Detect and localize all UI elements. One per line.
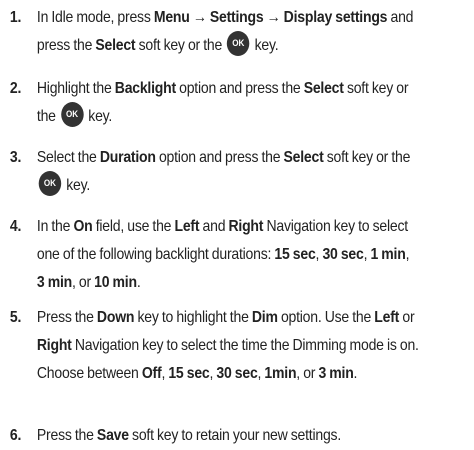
text-run: ,: [363, 246, 371, 263]
bold-term: 3 min: [36, 274, 72, 291]
bold-term: Duration: [99, 149, 156, 166]
text-run: key to highlight the: [134, 309, 252, 326]
text-run: key.: [251, 37, 279, 54]
bold-term: 1min: [264, 365, 297, 382]
step-1: 1. In Idle mode, press Menu → Settings →…: [0, 4, 423, 60]
text-run: field, use the: [92, 218, 175, 235]
text-run: In the: [36, 218, 74, 235]
bold-term: Save: [96, 427, 129, 444]
text-run: Highlight the: [36, 80, 115, 97]
text-run: option and press the: [175, 80, 304, 97]
bold-term: Select: [303, 80, 344, 97]
text-run: Press the: [36, 309, 97, 326]
step-3: 3. Select the Duration option and press …: [0, 144, 423, 200]
text-run: .: [353, 365, 358, 382]
step-6: 6. Press the Save soft key to retain you…: [0, 422, 423, 450]
bold-term: On: [73, 218, 93, 235]
bold-term: 15 sec: [274, 246, 316, 263]
step-number: 6.: [9, 427, 22, 444]
text-run: soft key or the: [323, 149, 411, 166]
text-run: , or: [296, 365, 319, 382]
bold-term: Down: [96, 309, 135, 326]
text-run: option. Use the: [277, 309, 375, 326]
ok-key-icon: OK: [60, 102, 84, 128]
step-text: In the On field, use the Left and Right …: [36, 218, 410, 291]
bold-term: Right: [36, 337, 72, 354]
bold-term: 15 sec: [168, 365, 210, 382]
bold-term: 30 sec: [216, 365, 258, 382]
text-run: and: [199, 218, 229, 235]
step-number: 1.: [9, 9, 22, 26]
text-run: option and press the: [155, 149, 284, 166]
step-number: 3.: [9, 149, 22, 166]
step-text: Press the Save soft key to retain your n…: [37, 427, 341, 444]
text-run: soft key to retain your new settings.: [128, 427, 342, 444]
text-run: key.: [63, 177, 91, 194]
ok-key-icon: OK: [227, 31, 250, 57]
step-4: 4. In the On field, use the Left and Rig…: [0, 213, 423, 297]
text-run: .: [136, 274, 141, 291]
text-run: , or: [71, 274, 95, 291]
bold-term: Right: [228, 218, 264, 235]
bold-term: Select: [95, 37, 136, 54]
text-run: soft key or the: [135, 37, 226, 54]
step-5: 5. Press the Down key to highlight the D…: [0, 304, 423, 388]
bold-term: Menu → Settings → Display settings: [153, 9, 388, 26]
bold-term: 1 min: [370, 246, 406, 263]
bold-term: 10 min: [94, 274, 137, 291]
bold-term: 30 sec: [322, 246, 364, 263]
text-run: Select the: [36, 149, 100, 166]
bold-term: 3 min: [318, 365, 354, 382]
step-number: 2.: [9, 80, 22, 97]
bold-term: Left: [174, 218, 200, 235]
step-2: 2. Highlight the Backlight option and pr…: [0, 75, 423, 131]
text-run: Press the: [36, 427, 97, 444]
text-run: ,: [257, 365, 265, 382]
text-run: key.: [85, 108, 113, 125]
step-number: 5.: [9, 309, 22, 326]
text-run: ,: [405, 246, 410, 263]
bold-term: Select: [283, 149, 324, 166]
text-run: or: [399, 309, 415, 326]
bold-term: Backlight: [114, 80, 176, 97]
step-number: 4.: [9, 218, 22, 235]
bold-term: Dim: [251, 309, 278, 326]
step-text: In Idle mode, press Menu → Settings → Di…: [36, 9, 413, 57]
step-text: Highlight the Backlight option and press…: [36, 80, 409, 128]
text-run: In Idle mode, press: [36, 9, 154, 26]
bold-term: Off: [141, 365, 162, 382]
bold-term: Left: [374, 309, 400, 326]
step-text: Press the Down key to highlight the Dim …: [37, 309, 419, 382]
step-text: Select the Duration option and press the…: [36, 149, 411, 197]
ok-key-icon: OK: [38, 171, 62, 197]
